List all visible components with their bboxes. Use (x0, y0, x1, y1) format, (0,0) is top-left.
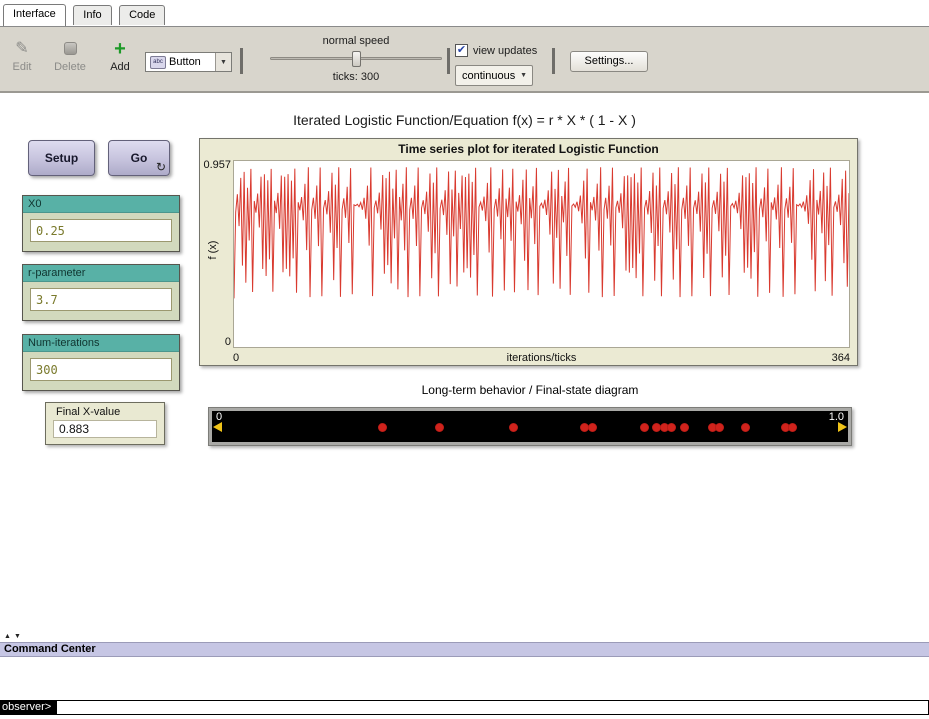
pencil-icon: ✎ (2, 39, 42, 59)
monitor-label: Final X-value (46, 403, 164, 419)
delete-button[interactable]: Delete (50, 39, 90, 73)
go-button[interactable]: Go ↻ (108, 140, 170, 176)
input-num-iterations: Num-iterations 300 (22, 334, 180, 391)
input-r-parameter: r-parameter 3.7 (22, 264, 180, 321)
input-x0: X0 0.25 (22, 195, 180, 252)
input-num-iterations-header: Num-iterations (23, 335, 179, 352)
speed-label: normal speed (258, 35, 454, 47)
final-state-canvas: 0 1.0 (212, 411, 848, 442)
left-arrow-icon (213, 422, 222, 432)
checkmark-icon: ✔ (457, 44, 466, 57)
state-dot (378, 423, 387, 432)
command-center-header: Command Center (0, 642, 929, 657)
command-center-splitter[interactable]: ▲ ▼ (0, 632, 929, 642)
view-updates-label: view updates (473, 45, 537, 57)
x-axis-label: iterations/ticks (233, 352, 850, 364)
state-dot (741, 423, 750, 432)
edit-label: Edit (2, 61, 42, 73)
chevron-down-icon: ▼ (520, 72, 527, 79)
view-updates-checkbox[interactable]: ✔ view updates (455, 44, 537, 57)
expand-icon[interactable]: ▼ (14, 633, 21, 641)
setup-label: Setup (45, 151, 78, 165)
widget-type-label: Button (169, 56, 201, 68)
monitor-final-x: Final X-value 0.883 (45, 402, 165, 445)
state-dot (588, 423, 597, 432)
input-x0-field[interactable]: 0.25 (30, 219, 172, 242)
y-axis-max-label: 0.957 (201, 159, 231, 171)
plot-canvas (233, 160, 850, 348)
state-dot (788, 423, 797, 432)
speed-slider[interactable] (270, 57, 442, 60)
update-mode-dropdown[interactable]: continuous ▼ (455, 65, 533, 86)
y-axis-label: f (x) (207, 228, 219, 272)
ticks-label: ticks: 300 (258, 71, 454, 83)
slider-thumb[interactable] (352, 51, 361, 67)
observer-prompt: observer> (0, 700, 56, 715)
add-button[interactable]: + Add (100, 39, 140, 73)
state-dot (715, 423, 724, 432)
toolbar: ✎ Edit Delete + Add abc Button ▼ normal … (0, 27, 929, 93)
netlogo-window: Interface Info Code ✎ Edit Delete + Add … (0, 0, 929, 719)
plus-icon: + (100, 39, 140, 59)
input-num-iterations-field[interactable]: 300 (30, 358, 172, 381)
time-series-plot: Time series plot for iterated Logistic F… (199, 138, 858, 366)
input-r-parameter-field[interactable]: 3.7 (30, 288, 172, 311)
right-arrow-icon (838, 422, 847, 432)
input-x0-header: X0 (23, 196, 179, 213)
command-output[interactable] (0, 658, 929, 700)
go-label: Go (131, 151, 148, 165)
collapse-icon[interactable]: ▲ (4, 633, 11, 641)
settings-button[interactable]: Settings... (570, 51, 648, 72)
final-state-caption: Long-term behavior / Final-state diagram (208, 383, 852, 397)
widget-button-icon: abc (150, 56, 166, 69)
time-series-line (234, 161, 849, 347)
tab-code[interactable]: Code (119, 5, 165, 25)
state-dot (509, 423, 518, 432)
x-axis-max-label: 364 (832, 352, 850, 364)
monitor-value: 0.883 (53, 420, 157, 438)
state-dot (640, 423, 649, 432)
speed-control: normal speed ticks: 300 (258, 35, 454, 83)
toolbar-separator (240, 48, 243, 74)
final-state-diagram: 0 1.0 (208, 407, 852, 446)
toolbar-separator (447, 48, 450, 74)
toolbar-separator (552, 48, 555, 74)
state-dot-layer (222, 411, 838, 442)
update-mode-label: continuous (462, 70, 515, 82)
checkbox-icon: ✔ (455, 44, 468, 57)
edit-button[interactable]: ✎ Edit (2, 39, 42, 73)
tab-info[interactable]: Info (73, 5, 111, 25)
command-input-row: observer> (0, 700, 929, 715)
add-label: Add (100, 61, 140, 73)
model-title: Iterated Logistic Function/Equation f(x)… (0, 112, 929, 128)
delete-icon (50, 39, 90, 59)
plot-title: Time series plot for iterated Logistic F… (200, 142, 857, 156)
input-r-parameter-header: r-parameter (23, 265, 179, 282)
tab-interface[interactable]: Interface (3, 4, 66, 26)
delete-label: Delete (50, 61, 90, 73)
state-dot (667, 423, 676, 432)
setup-button[interactable]: Setup (28, 140, 95, 176)
forever-icon: ↻ (156, 160, 166, 174)
state-dot (435, 423, 444, 432)
y-axis-min-label: 0 (201, 336, 231, 348)
widget-type-dropdown[interactable]: abc Button ▼ (145, 52, 232, 72)
state-dot (680, 423, 689, 432)
command-input[interactable] (56, 700, 929, 715)
tab-bar: Interface Info Code (0, 0, 929, 27)
chevron-down-icon: ▼ (215, 53, 231, 71)
